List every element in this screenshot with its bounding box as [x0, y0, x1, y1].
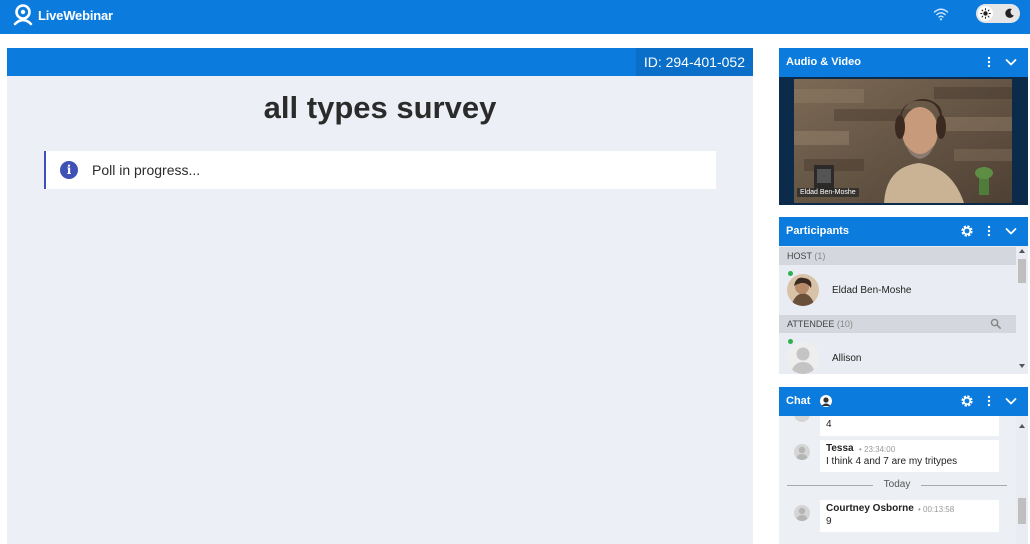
audio-video-header[interactable]: Audio & Video — [779, 48, 1028, 77]
participant-row[interactable]: Allison — [779, 336, 1016, 374]
chat-owner-avatar — [820, 395, 832, 407]
scroll-down-arrow[interactable] — [1019, 364, 1025, 368]
message-text: 9 — [826, 516, 832, 527]
participants-header[interactable]: Participants — [779, 217, 1028, 246]
chat-header[interactable]: Chat — [779, 387, 1028, 416]
livewebinar-logo-icon — [13, 4, 33, 26]
scroll-up-arrow[interactable] — [1019, 249, 1025, 253]
chat-title: Chat — [786, 395, 811, 407]
message-text: I think 4 and 7 are my tritypes — [826, 456, 958, 467]
message-author: Tessa — [826, 443, 854, 454]
participants-list: HOST (1) Eldad Ben-Moshe ATTENDEE (10) A… — [779, 246, 1028, 374]
avatar — [787, 342, 819, 374]
participants-scrollbar[interactable] — [1016, 246, 1028, 374]
wifi-icon — [933, 8, 949, 21]
search-icon[interactable] — [990, 318, 1001, 329]
scroll-up-arrow[interactable] — [1019, 424, 1025, 428]
app-logo[interactable]: LiveWebinar — [12, 4, 113, 26]
chevron-down-icon[interactable] — [1004, 55, 1018, 69]
message-time: • 23:34:00 — [859, 445, 896, 454]
poll-status-text: Poll in progress... — [92, 162, 201, 178]
participant-row[interactable]: Eldad Ben-Moshe — [779, 268, 1016, 308]
top-bar: LiveWebinar — [0, 0, 1030, 34]
room-id: ID: 294-401-052 — [635, 48, 753, 76]
chat-message: Courtney Osborne • 00:13:58 9 — [820, 500, 999, 532]
online-status-dot — [788, 271, 793, 276]
chat-messages: 4 Tessa • 23:34:00 I think 4 and 7 are m… — [779, 416, 1028, 544]
speaker-video-image — [794, 79, 1012, 203]
kebab-menu-icon[interactable] — [982, 55, 996, 69]
gear-icon[interactable] — [960, 394, 974, 408]
group-header-attendee[interactable]: ATTENDEE (10) — [779, 315, 1016, 333]
group-count: (10) — [836, 319, 853, 329]
scrollbar-thumb[interactable] — [1018, 259, 1026, 283]
video-feed[interactable]: Eldad Ben-Moshe — [779, 77, 1028, 205]
message-author: Courtney Osborne — [826, 503, 914, 514]
group-count: (1) — [814, 251, 826, 261]
survey-title: all types survey — [263, 90, 497, 125]
chevron-down-icon[interactable] — [1004, 224, 1018, 238]
separator-line — [921, 485, 1007, 486]
info-icon: i — [60, 161, 78, 179]
participants-title: Participants — [786, 225, 849, 237]
chevron-down-icon[interactable] — [1004, 394, 1018, 408]
sun-icon — [980, 8, 991, 19]
participant-name: Eldad Ben-Moshe — [832, 285, 912, 296]
group-header-host[interactable]: HOST (1) — [779, 247, 1016, 265]
avatar — [794, 416, 810, 422]
gear-icon[interactable] — [960, 224, 974, 238]
avatar — [787, 274, 819, 306]
avatar — [794, 505, 810, 521]
chat-scrollbar[interactable] — [1016, 416, 1028, 544]
message-text: 4 — [826, 419, 832, 430]
kebab-menu-icon[interactable] — [982, 224, 996, 238]
scrollbar-thumb[interactable] — [1018, 498, 1026, 524]
app-name: LiveWebinar — [38, 7, 113, 23]
speaker-video: Eldad Ben-Moshe — [794, 79, 1012, 203]
kebab-menu-icon[interactable] — [982, 394, 996, 408]
message-time: • 00:13:58 — [918, 505, 955, 514]
poll-status-banner: i Poll in progress... — [44, 151, 716, 189]
theme-toggle[interactable] — [976, 4, 1020, 23]
day-separator: Today — [787, 479, 1007, 491]
stage-header: ID: 294-401-052 — [7, 48, 753, 76]
presentation-stage: ID: 294-401-052 all types survey i Poll … — [7, 48, 753, 544]
group-label: HOST — [787, 251, 812, 261]
chat-message: Tessa • 23:34:00 I think 4 and 7 are my … — [820, 440, 999, 472]
online-status-dot — [788, 339, 793, 344]
avatar — [794, 444, 810, 460]
chat-message: 4 — [820, 416, 999, 436]
speaker-name-label: Eldad Ben-Moshe — [797, 188, 859, 197]
group-label: ATTENDEE — [787, 319, 835, 329]
moon-icon — [1005, 8, 1014, 18]
participant-name: Allison — [832, 353, 862, 364]
audio-video-title: Audio & Video — [786, 56, 861, 68]
